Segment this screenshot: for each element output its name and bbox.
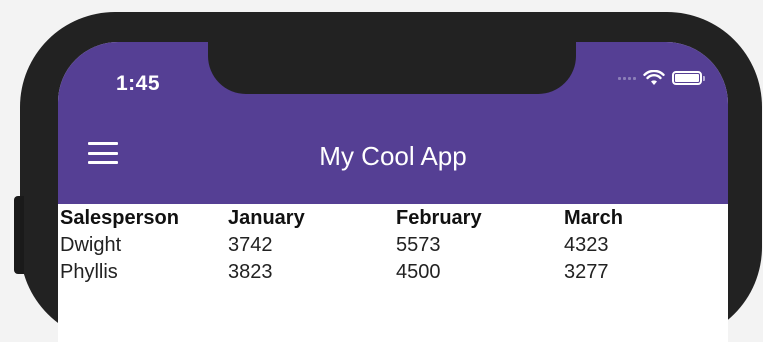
- column-header-february: February: [396, 207, 482, 229]
- status-bar-indicators: [618, 70, 705, 86]
- column-header-march: March: [564, 207, 623, 229]
- table-cell: 3742: [228, 234, 273, 256]
- table-cell: 3823: [228, 261, 273, 283]
- table-row: Phyllis 3823 4500 3277: [60, 259, 684, 286]
- phone-side-button: [14, 196, 24, 274]
- app-title: My Cool App: [319, 141, 467, 171]
- column-header-january: January: [228, 207, 305, 229]
- battery-icon: [672, 71, 705, 85]
- table-cell: Dwight: [60, 234, 122, 256]
- column-header-salesperson: Salesperson: [60, 207, 179, 229]
- status-bar-time: 1:45: [116, 72, 161, 95]
- phone-screen: 1:45 My Cool App Salesperson January Feb…: [58, 42, 728, 342]
- table-header-row: Salesperson January February March: [60, 205, 684, 232]
- table-row: Dwight 3742 5573 4323: [60, 232, 684, 259]
- wifi-icon: [643, 70, 665, 85]
- table-cell: 3277: [564, 261, 609, 283]
- table-cell: 5573: [396, 234, 441, 256]
- table-cell: Phyllis: [60, 261, 118, 283]
- table-cell: 4500: [396, 261, 441, 283]
- table-cell: 4323: [564, 234, 609, 256]
- sales-table: Salesperson January February March Dwigh…: [60, 205, 684, 286]
- cellular-signal-icon: [618, 76, 636, 80]
- phone-notch: [208, 42, 576, 94]
